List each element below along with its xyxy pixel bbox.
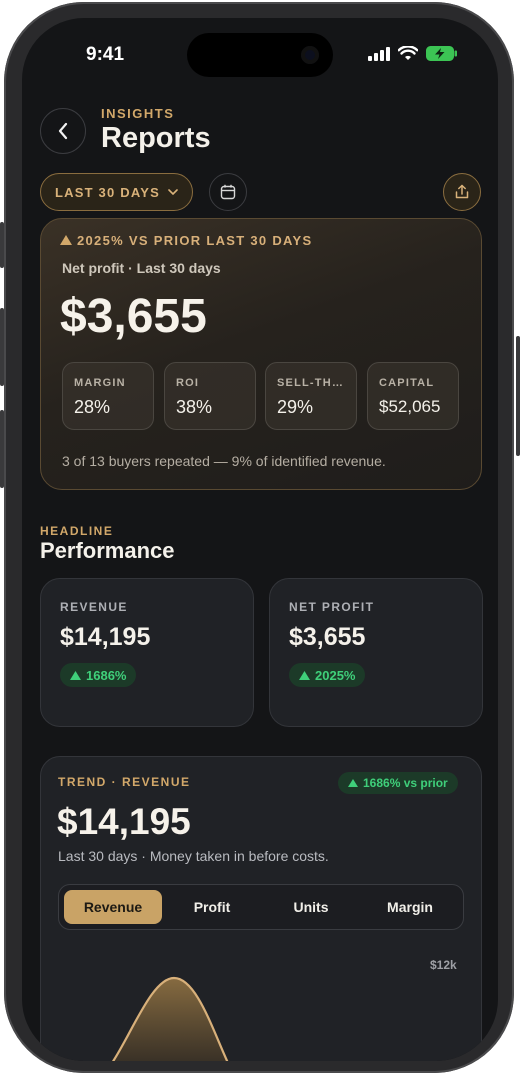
metric-value: 28% [74,397,111,417]
tab-units[interactable]: Units [262,890,360,924]
net-profit-card[interactable]: NET PROFIT $3,655 2025% [269,578,483,727]
app-screen: 9:41 INSIGHTS Reports LAST 30 DAYS 2025%… [22,18,498,1061]
status-time: 9:41 [86,44,125,65]
revenue-card[interactable]: REVENUE $14,195 1686% [40,578,254,727]
metric-value: $52,065 [379,397,441,416]
volume-up-button [0,308,4,386]
change-badge: 2025% [289,663,366,687]
trend-change-badge: 1686% vs prior [338,772,458,794]
metric-label: MARGIN [74,377,126,389]
performance-title: Performance [40,538,175,563]
back-button[interactable] [40,108,86,154]
metric-segmented-control: Revenue Profit Units Margin [58,884,464,930]
wifi-icon [398,46,418,60]
revenue-area-chart [111,976,229,1061]
page-title: Reports [101,122,211,154]
battery-charging-icon [426,46,457,61]
header-eyebrow: INSIGHTS [101,106,175,121]
metric-value: 38% [176,397,213,417]
volume-down-button [0,410,4,488]
chevron-down-icon [168,189,178,195]
date-range-label: LAST 30 DAYS [55,184,160,200]
metric-label: CAPITAL [379,377,435,389]
calendar-icon [220,184,236,200]
card-value: $3,655 [289,623,366,651]
hero-value: $3,655 [60,290,207,343]
performance-eyebrow: HEADLINE [40,524,114,538]
revenue-area-fill [113,978,228,1061]
trend-value: $14,195 [57,801,191,842]
net-profit-hero-card: 2025% VS PRIOR LAST 30 DAYS Net profit ·… [40,218,482,490]
calendar-button[interactable] [209,173,247,211]
trend-change-value: 1686% vs prior [363,776,448,790]
triangle-up-icon [60,235,72,245]
share-icon [455,184,469,199]
trend-eyebrow: TREND · REVENUE [58,775,191,789]
metric-label: SELL-TH… [277,377,345,389]
hero-subtitle: Net profit · Last 30 days [62,260,221,276]
dynamic-island [187,33,333,77]
metric-value: 29% [277,397,314,417]
hero-trend-text: 2025% VS PRIOR LAST 30 DAYS [77,233,313,248]
status-icons [368,46,458,61]
y-axis-tick-top: $12k [430,958,457,972]
tab-profit[interactable]: Profit [163,890,261,924]
change-badge: 1686% [60,663,137,687]
hero-footnote: 3 of 13 buyers repeated — 9% of identifi… [62,453,386,469]
change-value: 1686% [86,667,127,683]
share-button[interactable] [443,173,481,211]
card-label: NET PROFIT [289,600,375,614]
tab-margin[interactable]: Margin [361,890,459,924]
triangle-up-icon [70,670,81,680]
change-value: 2025% [315,667,356,683]
tab-revenue[interactable]: Revenue [64,890,162,924]
triangle-up-icon [299,670,310,680]
card-value: $14,195 [60,623,151,651]
triangle-up-icon [348,779,358,787]
metric-margin: MARGIN 28% [62,362,154,430]
metric-roi: ROI 38% [164,362,256,430]
signal-icon [368,46,390,61]
camera-icon [301,46,319,64]
mute-switch [0,222,4,268]
metric-label: ROI [176,377,200,389]
date-range-dropdown[interactable]: LAST 30 DAYS [40,173,193,211]
power-button [516,336,520,456]
trend-subtitle: Last 30 days · Money taken in before cos… [58,848,329,864]
chevron-left-icon [58,122,68,140]
metric-capital: CAPITAL $52,065 [367,362,459,430]
card-label: REVENUE [60,600,128,614]
metric-sell-through: SELL-TH… 29% [265,362,357,430]
